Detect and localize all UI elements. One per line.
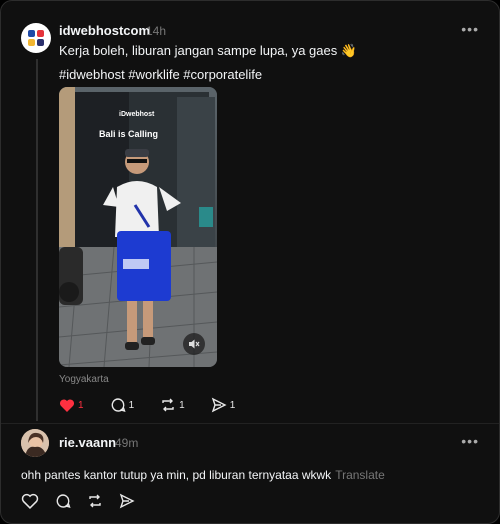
repost-count: 1 [179,399,185,411]
avatar[interactable] [21,23,51,53]
reply-time[interactable]: 49m [115,436,138,450]
translate-link[interactable]: Translate [335,468,385,482]
post-video[interactable]: iDwebhost Bali is Calling [59,87,217,367]
reply-more-horizontal-icon[interactable]: ••• [461,433,479,449]
post-username[interactable]: idwebhostcom [59,23,150,38]
post-time[interactable]: 14h [146,24,166,38]
reply-text-row: ohh pantes kantor tutup ya min, pd libur… [21,468,385,482]
share-icon [211,397,227,413]
post-text: Kerja boleh, liburan jangan sampe lupa, … [59,43,358,58]
share-count: 1 [229,399,236,411]
post-actions: 1 1 1 1 [59,397,261,413]
video-caption: Bali is Calling [99,129,159,139]
repost-button[interactable]: 1 [160,397,185,413]
thread-line [36,59,38,421]
like-count: 1 [78,399,84,411]
reply-username[interactable]: rie.vaann [59,435,116,450]
reply-actions [21,493,151,509]
reply-comment-icon[interactable] [55,493,71,509]
heart-icon [59,398,75,412]
reply-text: ohh pantes kantor tutup ya min, pd libur… [21,468,332,482]
speaker-mute-icon[interactable] [183,333,205,355]
divider [1,423,499,424]
reply-share-icon[interactable] [119,493,135,509]
comment-button[interactable]: 1 [110,397,135,413]
video-brand-watermark: iDwebhost [119,111,155,118]
post-location[interactable]: Yogyakarta [59,374,109,385]
reply-avatar[interactable] [21,429,49,457]
comment-count: 1 [128,399,135,411]
like-button[interactable]: 1 [59,397,84,413]
thread-card: idwebhostcom 14h ••• Kerja boleh, libura… [0,0,500,524]
share-button[interactable]: 1 [211,397,236,413]
idwebhost-logo-icon [28,30,44,46]
reply-repost-icon[interactable] [87,493,103,509]
comment-icon [111,398,126,413]
post-hashtags[interactable]: #idwebhost #worklife #corporatelife [59,67,262,82]
repost-icon [162,398,174,412]
reply-like-heart-icon[interactable] [21,493,39,509]
more-horizontal-icon[interactable]: ••• [461,21,479,37]
